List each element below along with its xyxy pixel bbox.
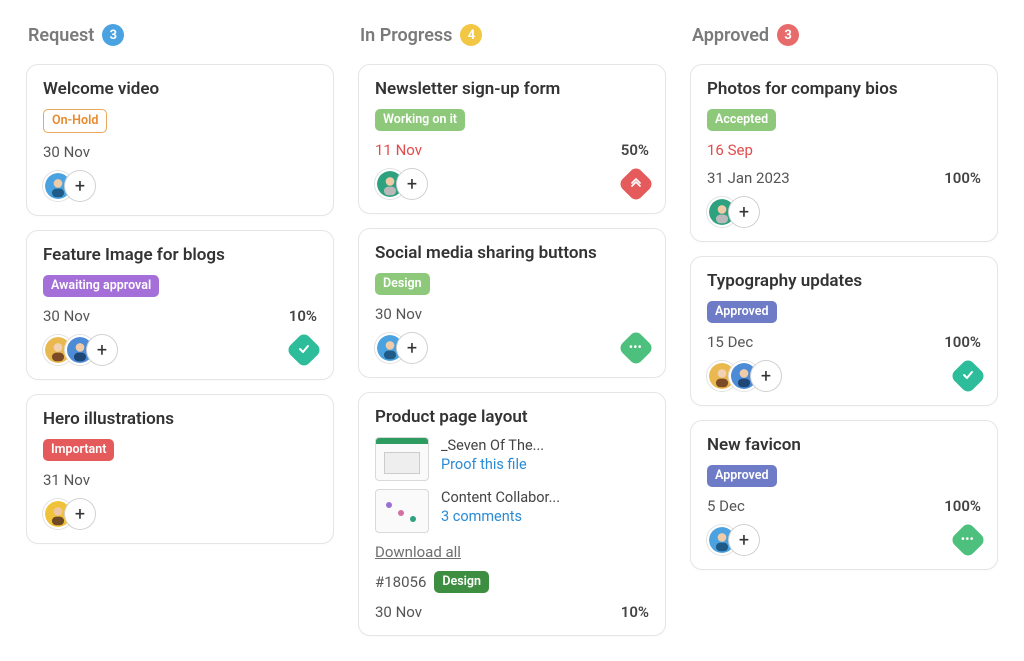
column-header[interactable]: In Progress 4: [358, 22, 666, 50]
avatar-group: +: [707, 361, 781, 391]
card-date: 11 Nov: [375, 141, 422, 159]
card-title: Typography updates: [707, 271, 981, 291]
attachment-link[interactable]: 3 comments: [441, 508, 560, 525]
status-tag[interactable]: Accepted: [707, 109, 776, 131]
status-tag[interactable]: Approved: [707, 301, 777, 323]
status-tag[interactable]: On-Hold: [43, 109, 107, 133]
card[interactable]: Typography updates Approved 15 Dec 100% …: [690, 256, 998, 406]
add-assignee-button[interactable]: +: [65, 499, 95, 529]
card-date: 16 Sep: [707, 141, 981, 159]
add-assignee-button[interactable]: +: [65, 171, 95, 201]
add-assignee-button[interactable]: +: [729, 525, 759, 555]
status-tag[interactable]: Design: [434, 571, 489, 593]
card-id: #18056: [375, 573, 426, 591]
card-title: New favicon: [707, 435, 981, 455]
column-title: Approved: [692, 25, 769, 46]
priority-icon[interactable]: •••: [950, 522, 987, 559]
card-title: Photos for company bios: [707, 79, 981, 99]
card-date: 30 Nov: [43, 307, 90, 325]
card[interactable]: Feature Image for blogs Awaiting approva…: [26, 230, 334, 380]
card-date: 30 Nov: [375, 305, 649, 323]
download-all-link[interactable]: Download all: [375, 543, 461, 561]
avatar-group: +: [43, 335, 117, 365]
attachment[interactable]: _Seven Of The... Proof this file: [375, 437, 649, 481]
priority-icon[interactable]: [950, 358, 987, 395]
add-assignee-button[interactable]: +: [397, 333, 427, 363]
card-progress: 10%: [621, 603, 649, 621]
card-title: Newsletter sign-up form: [375, 79, 649, 99]
attachments: _Seven Of The... Proof this file Content…: [375, 437, 649, 533]
add-assignee-button[interactable]: +: [729, 197, 759, 227]
column-count-badge: 4: [460, 24, 482, 46]
card[interactable]: New favicon Approved 5 Dec 100% + •••: [690, 420, 998, 570]
column-title: Request: [28, 25, 94, 46]
attachment-name: _Seven Of The...: [441, 437, 544, 454]
card-progress: 50%: [621, 141, 649, 159]
attachment-link[interactable]: Proof this file: [441, 456, 544, 473]
avatar-group: +: [43, 171, 95, 201]
column-approved: Approved 3 Photos for company bios Accep…: [690, 22, 998, 639]
card-progress: 100%: [944, 497, 981, 515]
card-title: Welcome video: [43, 79, 317, 99]
avatar-group: +: [43, 499, 95, 529]
status-tag[interactable]: Awaiting approval: [43, 275, 159, 297]
attachment-thumb: [375, 489, 429, 533]
avatar-group: +: [375, 333, 427, 363]
avatar-group: +: [375, 169, 427, 199]
card-date-secondary: 31 Jan 2023: [707, 169, 790, 187]
card-date: 15 Dec: [707, 333, 753, 351]
card-title: Feature Image for blogs: [43, 245, 317, 265]
card-progress: 100%: [944, 333, 981, 351]
add-assignee-button[interactable]: +: [397, 169, 427, 199]
column-title: In Progress: [360, 25, 452, 46]
card-date: 5 Dec: [707, 497, 745, 515]
priority-icon[interactable]: [286, 332, 323, 369]
card[interactable]: Welcome video On-Hold 30 Nov +: [26, 64, 334, 216]
status-tag[interactable]: Design: [375, 273, 430, 295]
column-in-progress: In Progress 4 Newsletter sign-up form Wo…: [358, 22, 666, 639]
column-request: Request 3 Welcome video On-Hold 30 Nov +…: [26, 22, 334, 639]
attachment[interactable]: Content Collabor... 3 comments: [375, 489, 649, 533]
column-count-badge: 3: [102, 24, 124, 46]
column-header[interactable]: Request 3: [26, 22, 334, 50]
card-date: 30 Nov: [43, 143, 317, 161]
card-title: Social media sharing buttons: [375, 243, 649, 263]
card-title: Hero illustrations: [43, 409, 317, 429]
status-tag[interactable]: Working on it: [375, 109, 465, 131]
avatar-group: +: [707, 197, 759, 227]
status-tag[interactable]: Approved: [707, 465, 777, 487]
column-count-badge: 3: [777, 24, 799, 46]
card[interactable]: Hero illustrations Important 31 Nov +: [26, 394, 334, 544]
card-id-row: #18056 Design: [375, 571, 649, 593]
card-progress: 100%: [944, 169, 981, 187]
card-title: Product page layout: [375, 407, 649, 427]
card[interactable]: Photos for company bios Accepted 16 Sep …: [690, 64, 998, 242]
add-assignee-button[interactable]: +: [751, 361, 781, 391]
card-progress: 10%: [289, 307, 317, 325]
add-assignee-button[interactable]: +: [87, 335, 117, 365]
attachment-name: Content Collabor...: [441, 489, 560, 506]
avatar-group: +: [707, 525, 759, 555]
kanban-board: Request 3 Welcome video On-Hold 30 Nov +…: [0, 0, 1024, 661]
card-date: 31 Nov: [43, 471, 317, 489]
card[interactable]: Newsletter sign-up form Working on it 11…: [358, 64, 666, 214]
status-tag[interactable]: Important: [43, 439, 114, 461]
card[interactable]: Social media sharing buttons Design 30 N…: [358, 228, 666, 378]
attachment-thumb: [375, 437, 429, 481]
card-date: 30 Nov: [375, 603, 422, 621]
priority-icon[interactable]: •••: [618, 330, 655, 367]
column-header[interactable]: Approved 3: [690, 22, 998, 50]
priority-icon[interactable]: [618, 166, 655, 203]
card[interactable]: Product page layout _Seven Of The... Pro…: [358, 392, 666, 636]
